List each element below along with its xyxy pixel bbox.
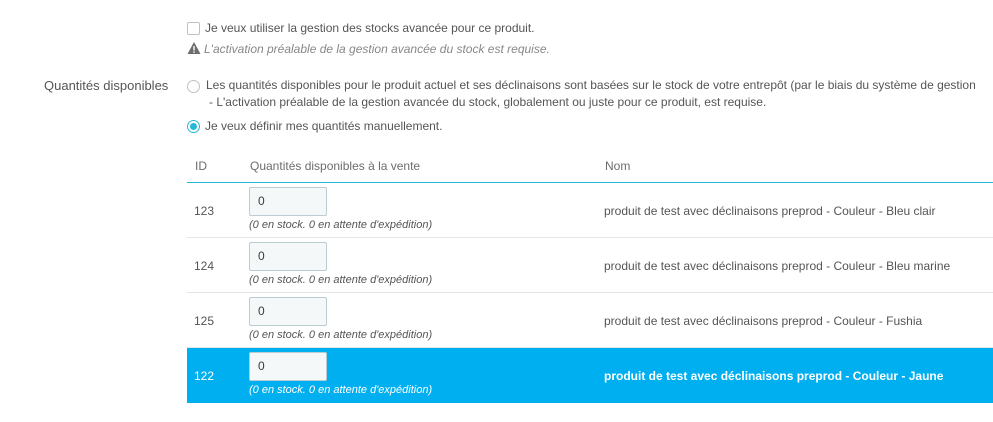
table-row[interactable]: 123 0 (0 en stock. 0 en attente d'expédi… xyxy=(187,183,993,238)
row-name: produit de test avec déclinaisons prepro… xyxy=(604,369,944,383)
available-quantities-label: Quantités disponibles xyxy=(44,78,169,93)
quantity-input[interactable]: 0 xyxy=(249,187,327,216)
row-id: 125 xyxy=(194,314,215,328)
row-id: 124 xyxy=(194,259,215,273)
warehouse-quantities-option-text[interactable]: Les quantités disponibles pour le produi… xyxy=(206,78,976,92)
table-row[interactable]: 124 0 (0 en stock. 0 en attente d'expédi… xyxy=(187,238,993,293)
column-header-quantity: Quantités disponibles à la vente xyxy=(250,159,421,173)
stock-note: (0 en stock. 0 en attente d'expédition) xyxy=(249,274,433,286)
row-name: produit de test avec déclinaisons prepro… xyxy=(604,259,951,273)
manual-quantities-radio[interactable] xyxy=(187,120,200,133)
table-header: ID Quantités disponibles à la vente Nom xyxy=(187,149,993,183)
stock-note: (0 en stock. 0 en attente d'expédition) xyxy=(249,384,433,396)
row-name: produit de test avec déclinaisons prepro… xyxy=(604,204,936,218)
manual-quantities-option-text[interactable]: Je veux définir mes quantités manuelleme… xyxy=(205,119,442,133)
table-row[interactable]: 125 0 (0 en stock. 0 en attente d'expédi… xyxy=(187,293,993,348)
row-name: produit de test avec déclinaisons prepro… xyxy=(604,314,923,328)
column-header-name: Nom xyxy=(605,159,631,173)
row-id: 122 xyxy=(194,369,215,383)
quantity-input[interactable]: 0 xyxy=(249,242,327,271)
stock-note: (0 en stock. 0 en attente d'expédition) xyxy=(249,219,433,231)
stock-note: (0 en stock. 0 en attente d'expédition) xyxy=(249,329,433,341)
combinations-quantities-table: ID Quantités disponibles à la vente Nom … xyxy=(187,149,993,403)
column-header-id: ID xyxy=(195,159,207,173)
warehouse-quantities-option-note: - L'activation préalable de la gestion a… xyxy=(209,95,767,109)
advanced-stock-checkbox[interactable] xyxy=(187,22,200,35)
quantity-input[interactable]: 0 xyxy=(249,352,327,381)
table-row-selected[interactable]: 122 0 (0 en stock. 0 en attente d'expédi… xyxy=(187,348,993,403)
advanced-stock-warning: L'activation préalable de la gestion ava… xyxy=(204,42,550,56)
warehouse-quantities-radio[interactable] xyxy=(187,80,200,93)
warning-triangle-icon xyxy=(187,42,201,54)
advanced-stock-checkbox-label[interactable]: Je veux utiliser la gestion des stocks a… xyxy=(205,21,535,35)
quantity-input[interactable]: 0 xyxy=(249,297,327,326)
row-id: 123 xyxy=(194,204,215,218)
